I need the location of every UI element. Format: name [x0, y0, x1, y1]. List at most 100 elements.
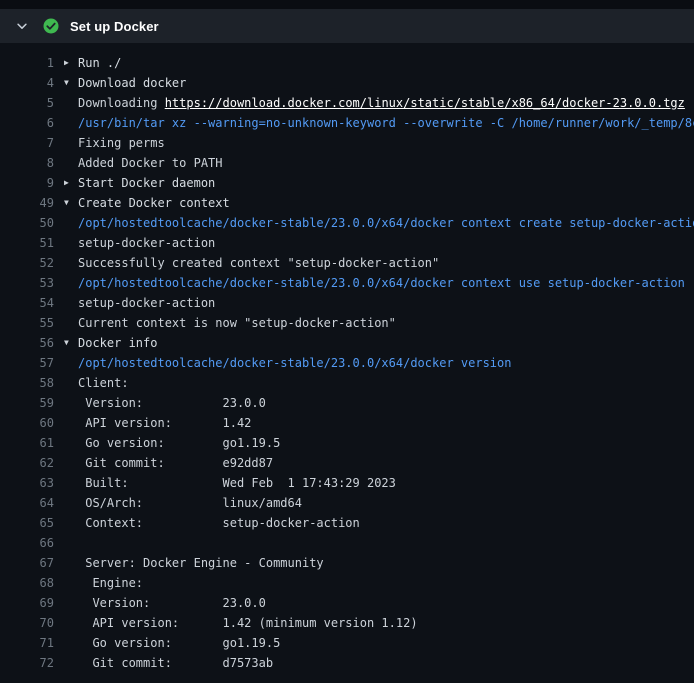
- line-number[interactable]: 9: [0, 173, 54, 193]
- line-content: OS/Arch: linux/amd64: [64, 493, 694, 513]
- line-content: Git commit: e92dd87: [64, 453, 694, 473]
- line-number[interactable]: 54: [0, 293, 54, 313]
- line-number[interactable]: 8: [0, 153, 54, 173]
- line-number[interactable]: 51: [0, 233, 54, 253]
- line-content: Downloading https://download.docker.com/…: [64, 93, 694, 113]
- line-number[interactable]: 53: [0, 273, 54, 293]
- success-check-icon: [43, 18, 59, 34]
- line-number[interactable]: 4: [0, 73, 54, 93]
- line-text: Create Docker context: [78, 196, 230, 210]
- line-text: Added Docker to PATH: [78, 156, 223, 170]
- log-line: 6 /usr/bin/tar xz --warning=no-unknown-k…: [0, 113, 694, 133]
- line-number[interactable]: 6: [0, 113, 54, 133]
- log-text-segment: Start Docker daemon: [78, 176, 215, 190]
- group-arrow-expanded-icon[interactable]: ▼: [64, 193, 78, 213]
- line-text: Version: 23.0.0: [78, 596, 266, 610]
- group-arrow-collapsed-icon[interactable]: ▶: [64, 173, 78, 193]
- line-number[interactable]: 1: [0, 53, 54, 73]
- line-number[interactable]: 64: [0, 493, 54, 513]
- line-number[interactable]: 66: [0, 533, 54, 553]
- log-link[interactable]: https://download.docker.com/linux/static…: [165, 96, 685, 110]
- line-number[interactable]: 70: [0, 613, 54, 633]
- line-content: ▼Docker info: [64, 333, 694, 353]
- line-number[interactable]: 50: [0, 213, 54, 233]
- line-number[interactable]: 69: [0, 593, 54, 613]
- line-number[interactable]: 60: [0, 413, 54, 433]
- log-text-segment: Download docker: [78, 76, 186, 90]
- line-number[interactable]: 57: [0, 353, 54, 373]
- log-line: 65 Context: setup-docker-action: [0, 513, 694, 533]
- line-number[interactable]: 62: [0, 453, 54, 473]
- line-number[interactable]: 72: [0, 653, 54, 673]
- line-number[interactable]: 59: [0, 393, 54, 413]
- log-text-segment: Downloading: [78, 96, 165, 110]
- log-line: 56 ▼Docker info: [0, 333, 694, 353]
- line-text: API version: 1.42 (minimum version 1.12): [78, 616, 418, 630]
- line-number[interactable]: 56: [0, 333, 54, 353]
- line-content: Context: setup-docker-action: [64, 513, 694, 533]
- line-text: Version: 23.0.0: [78, 396, 266, 410]
- log-text-segment: Git commit: d7573ab: [78, 656, 273, 670]
- line-number[interactable]: 71: [0, 633, 54, 653]
- step-title: Set up Docker: [70, 19, 159, 34]
- log-line: 62 Git commit: e92dd87: [0, 453, 694, 473]
- line-text: Successfully created context "setup-dock…: [78, 256, 439, 270]
- line-number[interactable]: 7: [0, 133, 54, 153]
- line-number[interactable]: 63: [0, 473, 54, 493]
- log-line: 55 Current context is now "setup-docker-…: [0, 313, 694, 333]
- line-content: /opt/hostedtoolcache/docker-stable/23.0.…: [64, 353, 694, 373]
- log-text-segment: Context: setup-docker-action: [78, 516, 360, 530]
- chevron-down-icon[interactable]: [14, 18, 30, 34]
- line-text: Go version: go1.19.5: [78, 436, 280, 450]
- line-content: setup-docker-action: [64, 233, 694, 253]
- log-line: 5 Downloading https://download.docker.co…: [0, 93, 694, 113]
- line-text: Go version: go1.19.5: [78, 636, 280, 650]
- line-content: /usr/bin/tar xz --warning=no-unknown-key…: [64, 113, 694, 133]
- line-number[interactable]: 5: [0, 93, 54, 113]
- log-line: 7 Fixing perms: [0, 133, 694, 153]
- line-number[interactable]: 58: [0, 373, 54, 393]
- line-number[interactable]: 65: [0, 513, 54, 533]
- line-content: Current context is now "setup-docker-act…: [64, 313, 694, 333]
- line-content: API version: 1.42: [64, 413, 694, 433]
- line-text: Client:: [78, 376, 129, 390]
- log-line: 60 API version: 1.42: [0, 413, 694, 433]
- log-text-segment: Built: Wed Feb 1 17:43:29 2023: [78, 476, 396, 490]
- line-content: ▼Create Docker context: [64, 193, 694, 213]
- log-line: 49 ▼Create Docker context: [0, 193, 694, 213]
- line-content: Version: 23.0.0: [64, 593, 694, 613]
- log-line: 70 API version: 1.42 (minimum version 1.…: [0, 613, 694, 633]
- group-arrow-expanded-icon[interactable]: ▼: [64, 73, 78, 93]
- log-text-segment: Go version: go1.19.5: [78, 436, 280, 450]
- log-line: 54 setup-docker-action: [0, 293, 694, 313]
- log-line: 51 setup-docker-action: [0, 233, 694, 253]
- line-text: Git commit: d7573ab: [78, 656, 273, 670]
- line-text: setup-docker-action: [78, 296, 215, 310]
- log-text-segment: Run ./: [78, 56, 121, 70]
- line-content: ▶Start Docker daemon: [64, 173, 694, 193]
- line-text: Server: Docker Engine - Community: [78, 556, 324, 570]
- log-text-segment: API version: 1.42: [78, 416, 251, 430]
- line-number[interactable]: 55: [0, 313, 54, 333]
- log-text-segment: Docker info: [78, 336, 157, 350]
- log-text-segment: Added Docker to PATH: [78, 156, 223, 170]
- line-content: [64, 533, 694, 553]
- log-line: 52 Successfully created context "setup-d…: [0, 253, 694, 273]
- line-text: OS/Arch: linux/amd64: [78, 496, 302, 510]
- log-text-segment: /opt/hostedtoolcache/docker-stable/23.0.…: [78, 356, 511, 370]
- group-arrow-collapsed-icon[interactable]: ▶: [64, 53, 78, 73]
- log-text-segment: /opt/hostedtoolcache/docker-stable/23.0.…: [78, 276, 685, 290]
- log-text-segment: Fixing perms: [78, 136, 165, 150]
- line-text: Git commit: e92dd87: [78, 456, 273, 470]
- line-number[interactable]: 68: [0, 573, 54, 593]
- line-number[interactable]: 49: [0, 193, 54, 213]
- step-header[interactable]: Set up Docker: [0, 9, 694, 43]
- line-content: Server: Docker Engine - Community: [64, 553, 694, 573]
- line-number[interactable]: 67: [0, 553, 54, 573]
- line-number[interactable]: 52: [0, 253, 54, 273]
- log-line: 66: [0, 533, 694, 553]
- line-number[interactable]: 61: [0, 433, 54, 453]
- line-content: Built: Wed Feb 1 17:43:29 2023: [64, 473, 694, 493]
- group-arrow-expanded-icon[interactable]: ▼: [64, 333, 78, 353]
- line-text: Context: setup-docker-action: [78, 516, 360, 530]
